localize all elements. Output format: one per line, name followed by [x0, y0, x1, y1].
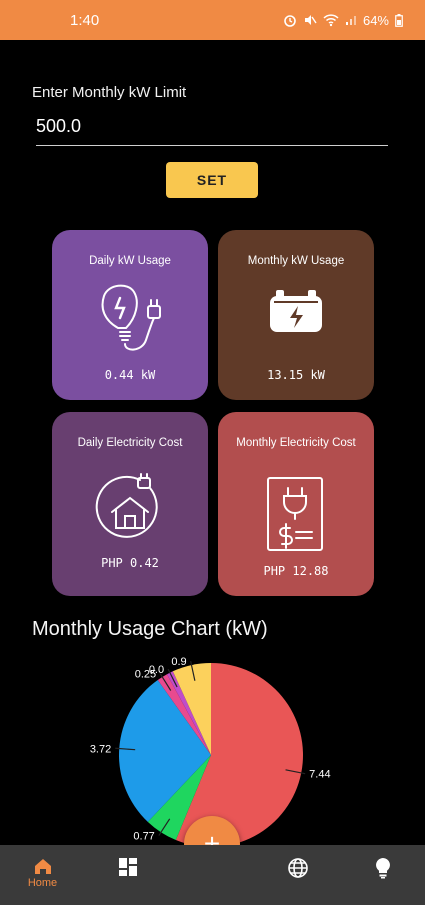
monthly-kw-title: Monthly kW Usage [247, 255, 345, 267]
nav-home-label: Home [27, 877, 58, 889]
daily-kw-value: 0.44 kW [104, 368, 156, 382]
battery-percent: 64% [362, 12, 389, 28]
bulb-plug-icon [101, 284, 161, 351]
status-time: 1:40 [70, 11, 100, 29]
daily-kw-title: Daily kW Usage [89, 255, 171, 267]
set-button[interactable]: SET [166, 162, 258, 198]
chart-title: Monthly Usage Chart (kW) [32, 618, 268, 640]
monthly-kw-card[interactable]: Monthly kW Usage 13.15 kW [218, 230, 374, 400]
battery-bolt-icon [270, 290, 322, 332]
bottom-nav: Home [0, 845, 425, 905]
daily-cost-value: PHP 0.42 [101, 556, 159, 570]
nav-lightbulb[interactable] [340, 845, 425, 905]
monthly-cost-title: Monthly Electricity Cost [236, 437, 356, 449]
nav-dashboard[interactable] [85, 845, 170, 905]
daily-cost-title: Daily Electricity Cost [77, 437, 183, 449]
limit-input[interactable] [36, 112, 388, 146]
monthly-cost-card[interactable]: Monthly Electricity Cost PHP 12.88 [218, 412, 374, 596]
pie-label: 7.44 [309, 769, 330, 781]
status-bar: 1:40 64% [0, 0, 425, 40]
house-plug-icon [95, 473, 158, 538]
pie-label: 0.0 [149, 664, 164, 676]
pie-label: 3.72 [90, 743, 111, 755]
daily-kw-card[interactable]: Daily kW Usage 0.44 kW [52, 230, 208, 400]
globe-icon [287, 858, 308, 878]
home-icon [34, 859, 51, 874]
limit-label: Enter Monthly kW Limit [32, 84, 187, 101]
pie-label: 0.9 [171, 656, 186, 668]
lightbulb-icon [375, 858, 390, 879]
signal-icon [345, 16, 356, 25]
battery-icon [395, 13, 403, 27]
dashboard-icon [118, 858, 137, 876]
nav-home[interactable]: Home [0, 845, 85, 905]
monthly-cost-value: PHP 12.88 [263, 564, 329, 578]
pie-label: 0.77 [133, 831, 154, 843]
daily-cost-card[interactable]: Daily Electricity Cost PHP 0.42 [52, 412, 208, 596]
alarm-icon [284, 15, 296, 27]
nav-globe[interactable] [255, 845, 340, 905]
mute-icon [304, 15, 317, 25]
status-icons: 64% [283, 13, 403, 28]
monthly-kw-value: 13.15 kW [267, 368, 325, 382]
plug-bill-icon [267, 477, 323, 551]
wifi-icon [323, 14, 339, 27]
